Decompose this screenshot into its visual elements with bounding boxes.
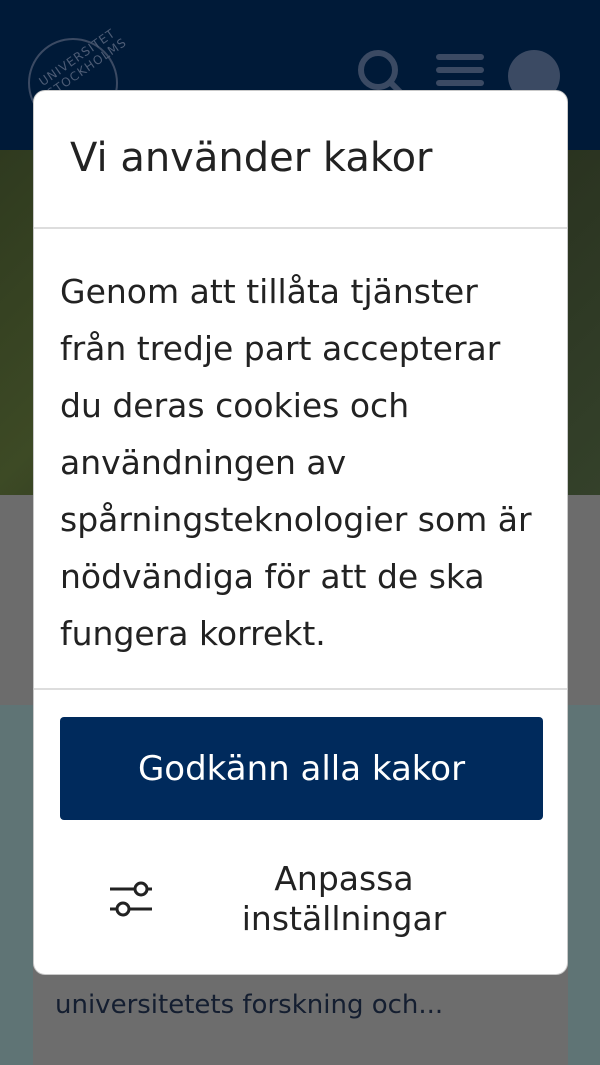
sliders-icon xyxy=(110,881,152,917)
logo-text: UNIVERSITET STOCKHOLMS xyxy=(36,25,130,101)
dialog-title: Vi använder kakor xyxy=(70,135,433,181)
customize-settings-button[interactable]: Anpassa inställningar xyxy=(104,859,524,944)
accept-all-cookies-button[interactable]: Godkänn alla kakor xyxy=(60,717,543,820)
customize-label-line2: inställningar xyxy=(241,899,447,938)
news-card[interactable]: universitetets forskning och... xyxy=(33,960,568,1065)
customize-label-line1: Anpassa xyxy=(274,859,414,898)
menu-icon[interactable] xyxy=(434,48,486,92)
cookie-consent-dialog: Vi använder kakor Genom att tillåta tjän… xyxy=(33,90,568,975)
dialog-body-text: Genom att tillåta tjänster från tredje p… xyxy=(60,272,532,653)
divider xyxy=(34,688,567,690)
customize-settings-label: Anpassa inställningar xyxy=(214,859,474,939)
divider xyxy=(34,227,567,229)
news-card-snippet: universitetets forskning och... xyxy=(55,990,444,1020)
